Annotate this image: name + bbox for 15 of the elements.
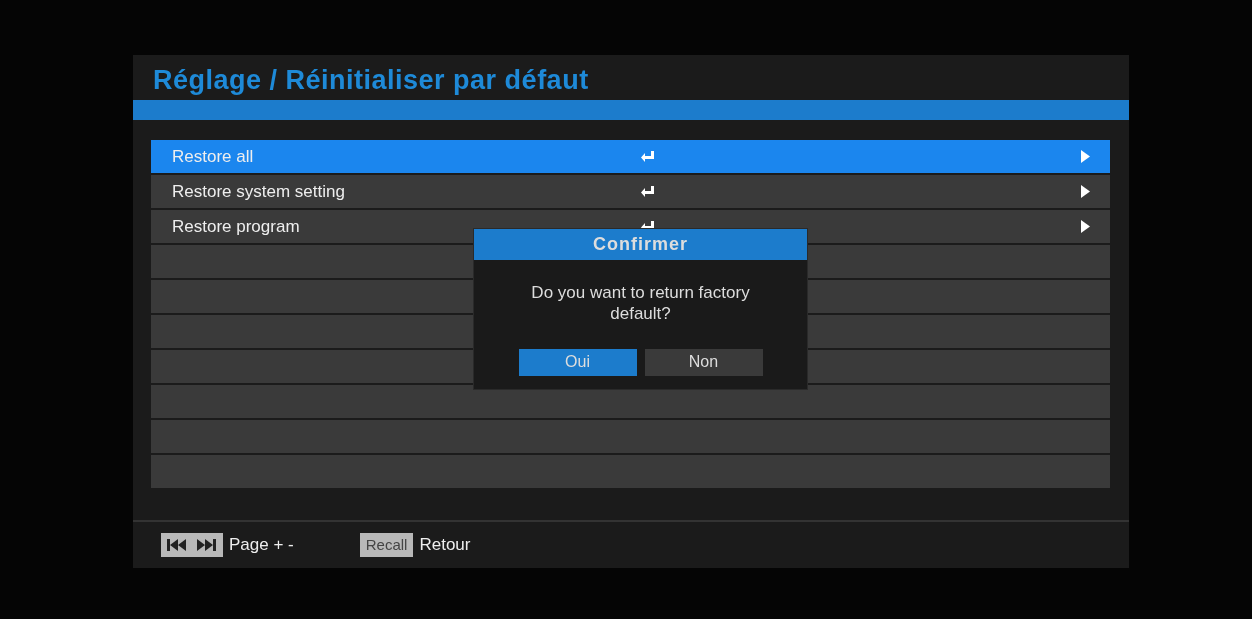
hint-label: Retour (419, 534, 471, 556)
skip-forward-icon (197, 538, 217, 551)
enter-icon (641, 150, 655, 163)
skip-back-icon (167, 538, 187, 551)
arrow-right-icon (1081, 220, 1090, 233)
dialog-title: Confirmer (474, 229, 807, 260)
arrow-right-icon (1081, 150, 1090, 163)
menu-item[interactable]: Restore system setting (151, 175, 1110, 208)
arrow-right-icon (1081, 185, 1090, 198)
page-title: Réglage / Réinitialiser par défaut (152, 64, 590, 97)
dialog-button[interactable]: Non (644, 348, 763, 376)
enter-icon (641, 185, 655, 198)
dialog-message: Do you want to return factory default? (530, 282, 751, 325)
hint-label: Page + - (229, 534, 294, 556)
recall-key: Recall (359, 532, 414, 557)
